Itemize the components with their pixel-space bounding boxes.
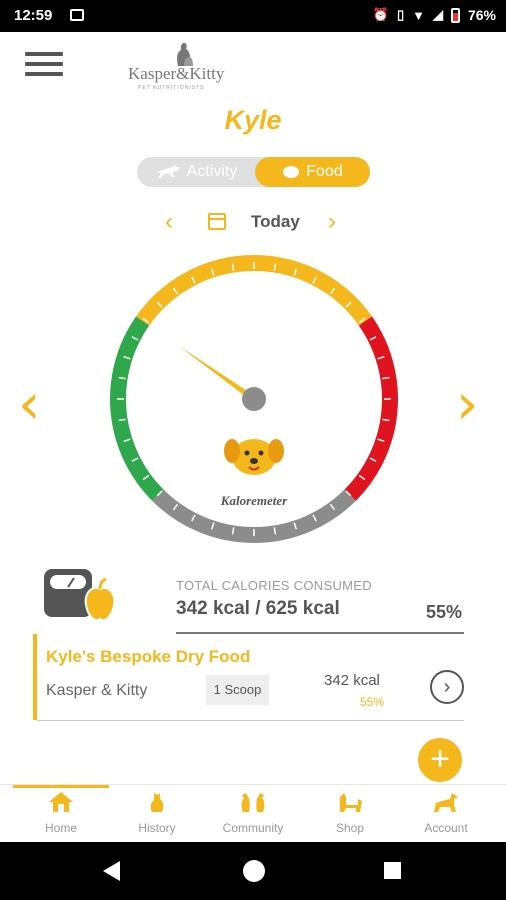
tab-community-label: Community [222,821,284,835]
tab-account[interactable]: Account [400,791,492,835]
tab-food[interactable]: Food [255,157,370,187]
brand-logo: Kasper&Kitty PET NUTRITIONISTS [128,40,236,92]
pet-name[interactable]: Kyle [0,105,506,136]
food-name: Kyle's Bespoke Dry Food [46,647,251,666]
account-icon [434,793,458,812]
gauge-segment [110,316,164,501]
kaloremeter-gauge: Kaloremeter [110,255,398,543]
calorie-caption: TOTAL CALORIES CONSUMED [176,578,372,593]
calendar-icon[interactable] [208,213,226,230]
food-percent: 55% [360,695,385,709]
scale-apple-icon [44,569,116,622]
system-home-icon[interactable] [243,860,265,882]
food-brand: Kasper & Kitty [46,682,148,699]
tab-shop-label: Shop [335,821,365,835]
add-food-button[interactable]: + [418,738,462,782]
tab-account-label: Account [424,821,468,835]
recent-apps-icon[interactable] [384,862,401,879]
tab-history-label: History [138,821,176,835]
next-pet-chevron-icon[interactable]: › [456,372,478,437]
food-item-divider [37,720,464,721]
gauge-label: Kaloremeter [220,493,288,508]
food-label: Food [306,163,343,180]
tab-shop[interactable]: Shop [304,791,396,835]
status-icons: ⏰ ▯ ▼ ◢ 76% [373,7,496,23]
dog-mascot-icon [224,439,284,475]
previous-pet-chevron-icon[interactable]: ‹ [18,372,40,437]
dog-cat-logo-icon [177,42,193,66]
food-bowl-icon [283,165,300,178]
needle-hub [242,387,266,411]
alarm-icon: ⏰ [372,7,389,22]
system-navigation-bar [0,842,506,900]
status-time: 12:59 [14,7,53,24]
home-icon [49,792,73,812]
wifi-icon: ▼ [412,7,425,23]
tab-home-label: Home [44,821,77,835]
gauge-segment [344,316,398,501]
date-label: Today [251,212,300,231]
next-day-chevron-icon[interactable]: › [328,208,336,236]
battery-icon [450,7,460,23]
back-icon[interactable] [103,861,120,881]
active-tab-indicator [13,785,109,788]
battery-percent: 76% [467,7,496,23]
calorie-percent: 55% [425,602,462,622]
tab-history[interactable]: History [111,791,203,835]
tab-activity[interactable]: Activity [137,157,255,187]
tab-community[interactable]: Community [207,791,299,835]
bottom-tab-bar: Home History Community Shop Account [0,784,506,843]
food-list-item[interactable]: Kyle's Bespoke Dry Food Kasper & Kitty 1… [33,634,464,720]
food-item-accent-bar [33,634,37,720]
community-icon [241,793,265,812]
calorie-summary: TOTAL CALORIES CONSUMED 342 kcal / 625 k… [176,578,464,622]
food-portion-badge: 1 Scoop [206,675,269,705]
open-food-chevron-icon[interactable]: › [430,670,464,704]
vibrate-icon: ▯ [396,7,405,22]
tab-home[interactable]: Home [15,791,107,835]
brand-tagline: PET NUTRITIONISTS [138,85,205,91]
running-dog-icon [155,165,180,178]
shop-icon [340,793,362,812]
calorie-value: 342 kcal / 625 kcal [176,598,340,619]
gauge-needle [178,345,266,411]
history-icon [150,793,164,812]
brand-name: Kasper&Kitty [128,64,225,83]
image-notification-icon [70,9,84,21]
date-navigation: ‹ Today › [0,208,506,238]
menu-icon[interactable] [25,52,63,78]
activity-food-toggle: Activity Food [137,157,370,187]
previous-day-chevron-icon[interactable]: ‹ [165,208,173,236]
activity-label: Activity [186,163,238,180]
food-kcal: 342 kcal [324,672,380,689]
signal-icon: ◢ [432,7,443,22]
status-bar: 12:59 ⏰ ▯ ▼ ◢ 76% [0,0,506,32]
